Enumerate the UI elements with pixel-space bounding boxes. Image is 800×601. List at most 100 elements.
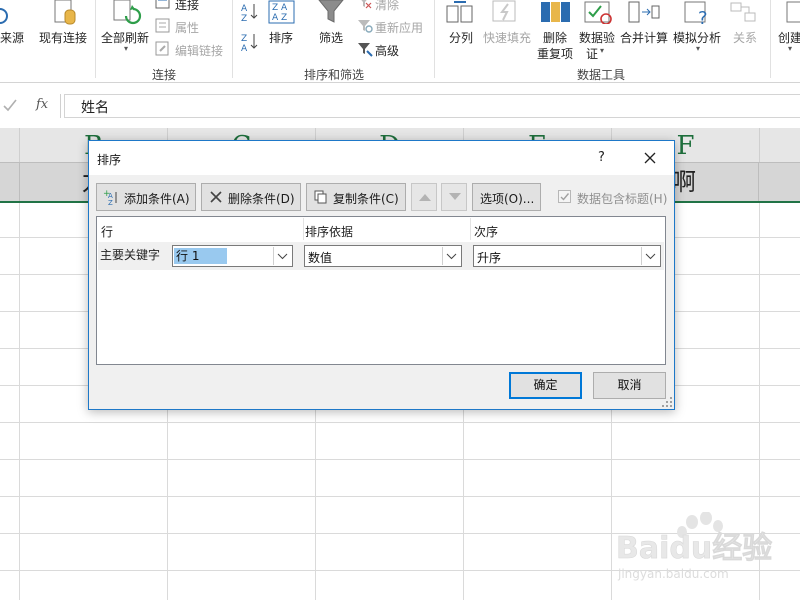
chevron-down-icon	[277, 253, 288, 260]
consolidate-icon	[628, 1, 660, 23]
column-select-value: 行 1	[174, 248, 228, 264]
connections-icon	[155, 0, 170, 9]
connections-button[interactable]: 连接	[175, 0, 199, 13]
edit-links-button[interactable]: 编辑链接	[175, 42, 223, 59]
clear-filter-icon	[361, 0, 372, 9]
refresh-dropdown-icon[interactable]: ▾	[124, 44, 128, 53]
dialog-titlebar[interactable]: 排序 ?	[89, 141, 674, 175]
text-to-columns-button[interactable]: 分列	[449, 29, 473, 46]
filter-button[interactable]: 筛选	[319, 29, 343, 46]
formula-separator	[60, 94, 61, 118]
delete-icon	[210, 191, 222, 203]
reapply-icon	[358, 20, 373, 33]
remove-duplicates-label-line2: 重复项	[537, 47, 574, 61]
filter-icon	[318, 0, 344, 23]
advanced-button[interactable]: 高级	[375, 42, 399, 59]
group-separator	[770, 0, 771, 78]
sort-a-to-z-icon[interactable]: A Z	[241, 2, 259, 22]
what-if-dropdown-icon[interactable]: ▾	[696, 44, 700, 53]
refresh-all-icon	[113, 0, 142, 25]
order-select-value: 升序	[477, 251, 502, 265]
options-label: 选项(O)...	[480, 192, 535, 206]
sort-level-row[interactable]: 主要关键字 行 1 数值 升序	[98, 242, 664, 270]
add-level-button[interactable]: + A Z 添加条件(A)	[96, 183, 196, 211]
group-label-sort-filter: 排序和筛选	[304, 68, 365, 82]
chevron-down-icon[interactable]	[273, 247, 291, 265]
flash-fill-icon	[492, 0, 516, 22]
cancel-button[interactable]: 取消	[593, 372, 666, 399]
create-group-dropdown-icon[interactable]: ▾	[788, 44, 792, 53]
existing-connections-button[interactable]: 现有连接	[39, 29, 87, 46]
baidu-paw-logo: Baidu经验 jingyan.baidu.com	[616, 511, 773, 581]
move-up-button[interactable]	[411, 183, 437, 211]
clear-button[interactable]: 清除	[375, 0, 399, 13]
reapply-button[interactable]: 重新应用	[375, 19, 423, 36]
svg-text:Z: Z	[241, 34, 247, 44]
add-level-label: 添加条件(A)	[124, 192, 190, 206]
cell[interactable]	[0, 163, 20, 201]
ribbon: 来源 现有连接 全部刷新 ▾ 连接 属性 编辑链接 连接 A Z Z A Z A	[0, 0, 800, 83]
close-icon[interactable]	[639, 147, 661, 169]
sort-by-label: 主要关键字	[100, 248, 161, 262]
svg-text:A: A	[241, 4, 248, 14]
text-to-columns-icon	[446, 1, 473, 23]
from-source-icon	[0, 8, 8, 24]
existing-connections-icon	[54, 0, 76, 25]
triangle-down-icon	[449, 193, 461, 200]
column-header-a[interactable]	[0, 128, 20, 162]
group-separator	[434, 0, 435, 78]
relationships-icon	[730, 2, 756, 22]
enter-checkmark-icon[interactable]	[0, 95, 28, 117]
sort-z-to-a-icon[interactable]: Z A	[241, 32, 259, 52]
move-down-button[interactable]	[441, 183, 467, 211]
formula-input[interactable]: 姓名	[64, 94, 800, 118]
gridline	[19, 203, 20, 600]
remove-duplicates-button[interactable]: 删除	[543, 29, 567, 46]
sort-icon: Z A A Z	[268, 0, 295, 24]
sort-on-select[interactable]: 数值	[304, 245, 462, 267]
order-select[interactable]: 升序	[473, 245, 661, 267]
insert-function-button[interactable]: fx	[36, 97, 48, 112]
dialog-title: 排序	[97, 153, 122, 167]
data-validation-dropdown-icon[interactable]: ▾	[600, 46, 604, 55]
delete-level-label: 删除条件(D)	[228, 192, 295, 206]
has-headers-checkbox[interactable]	[558, 190, 571, 203]
gridline	[0, 459, 800, 460]
ok-button[interactable]: 确定	[509, 372, 582, 399]
sort-levels-grid: 行 排序依据 次序 主要关键字 行 1 数值 升序	[96, 216, 666, 365]
options-button[interactable]: 选项(O)...	[472, 183, 541, 211]
delete-level-button[interactable]: 删除条件(D)	[201, 183, 301, 211]
from-source-button[interactable]: 来源	[0, 29, 24, 46]
consolidate-button[interactable]: 合并计算	[620, 29, 668, 46]
resize-grip-icon[interactable]	[662, 397, 672, 407]
copy-level-label: 复制条件(C)	[333, 192, 399, 206]
properties-icon	[155, 18, 170, 33]
header-order: 次序	[474, 225, 499, 239]
column-divider	[470, 218, 471, 240]
watermark-brand: Baidu经验	[616, 531, 772, 566]
chevron-down-icon[interactable]	[641, 247, 659, 265]
svg-text:Z: Z	[241, 14, 247, 22]
properties-button[interactable]: 属性	[175, 19, 199, 36]
header-sort-on: 排序依据	[305, 225, 354, 239]
relationships-button[interactable]: 关系	[733, 29, 757, 46]
sort-button[interactable]: 排序	[269, 29, 293, 46]
add-level-icon: + A Z	[103, 189, 117, 205]
checkmark-icon	[560, 193, 570, 201]
group-icon	[786, 1, 800, 23]
watermark-url: jingyan.baidu.com	[617, 567, 729, 581]
edit-links-icon	[155, 41, 169, 56]
help-button[interactable]: ?	[598, 150, 605, 165]
header-column: 行	[101, 225, 114, 239]
sort-on-select-value: 数值	[308, 251, 333, 265]
svg-text:?: ?	[698, 8, 708, 26]
what-if-analysis-icon: ?	[684, 1, 708, 26]
chevron-down-icon	[645, 253, 656, 260]
flash-fill-button[interactable]: 快速填充	[483, 29, 531, 46]
data-validation-button[interactable]: 数据验	[579, 29, 615, 46]
copy-level-button[interactable]: 复制条件(C)	[306, 183, 406, 211]
column-select[interactable]: 行 1	[172, 245, 293, 267]
formula-bar: fx 姓名	[0, 92, 800, 120]
svg-text:Z A: Z A	[272, 3, 288, 13]
chevron-down-icon[interactable]	[442, 247, 460, 265]
